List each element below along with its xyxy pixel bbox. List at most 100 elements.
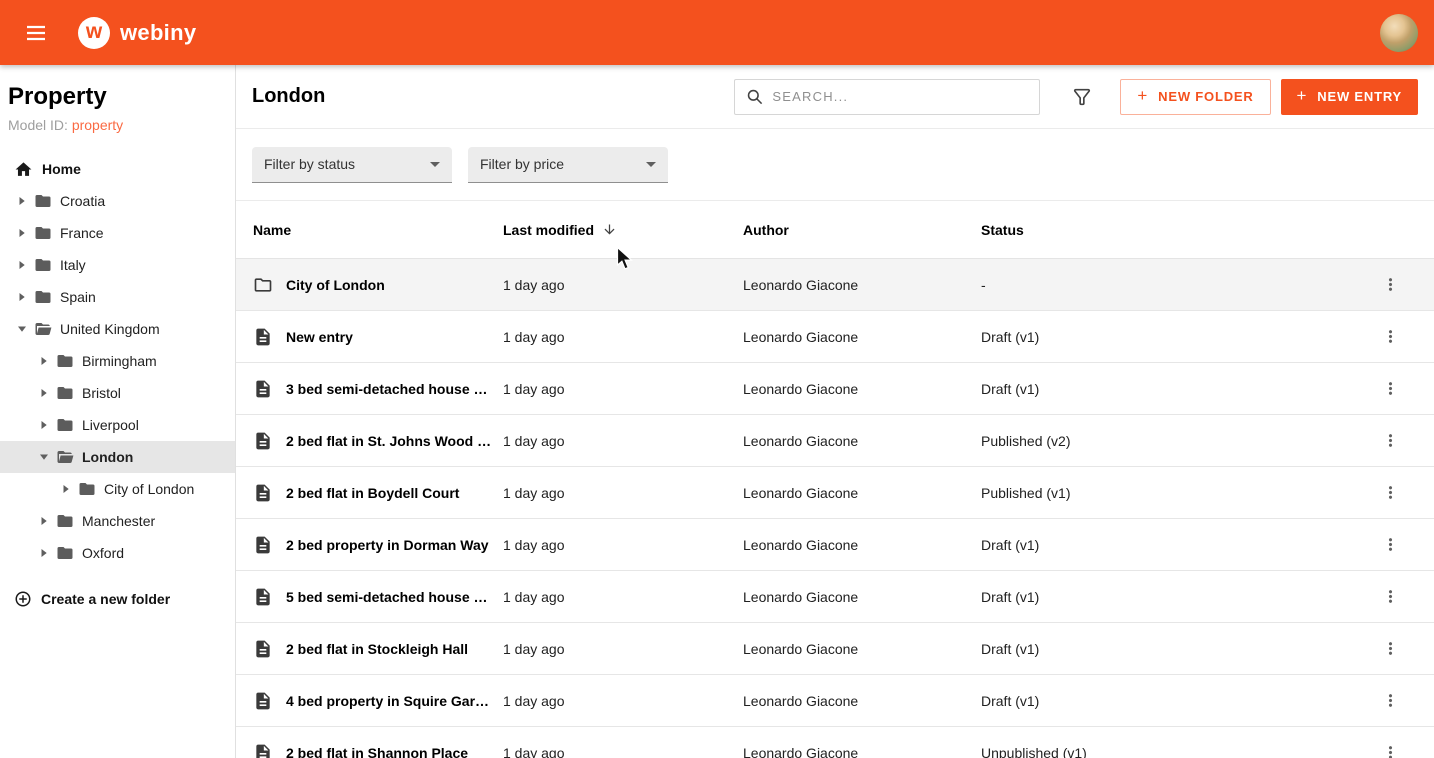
kebab-icon (1381, 691, 1400, 710)
chevron-right-icon[interactable] (36, 420, 52, 430)
avatar[interactable] (1380, 14, 1418, 52)
tree-item-london[interactable]: London (0, 441, 235, 473)
column-header-name[interactable]: Name (253, 222, 503, 238)
search-input[interactable] (772, 89, 1029, 104)
column-header-last-modified[interactable]: Last modified (503, 222, 743, 238)
row-actions-button[interactable] (1374, 737, 1406, 758)
tree-item-city-of-london[interactable]: City of London (0, 473, 235, 505)
row-name-cell[interactable]: 2 bed flat in Boydell Court (253, 483, 503, 503)
table-row[interactable]: 2 bed flat in Stockleigh Hall1 day agoLe… (236, 623, 1434, 675)
page-title: Property (0, 83, 235, 111)
row-name-cell[interactable]: 2 bed flat in Stockleigh Hall (253, 639, 503, 659)
kebab-icon (1381, 483, 1400, 502)
chevron-right-icon[interactable] (14, 292, 30, 302)
row-actions-button[interactable] (1374, 633, 1406, 665)
column-header-status[interactable]: Status (981, 222, 1362, 238)
chevron-right-icon[interactable] (36, 548, 52, 558)
tree-item-liverpool[interactable]: Liverpool (0, 409, 235, 441)
tree-item-label: Oxford (82, 545, 124, 561)
tree-item-france[interactable]: France (0, 217, 235, 249)
column-header-author[interactable]: Author (743, 222, 981, 238)
folder-icon (34, 288, 52, 306)
chevron-right-icon[interactable] (14, 196, 30, 206)
create-folder-button[interactable]: Create a new folder (0, 583, 235, 615)
row-name-cell[interactable]: 2 bed property in Dorman Way (253, 535, 503, 555)
row-actions-button[interactable] (1374, 269, 1406, 301)
chevron-right-icon[interactable] (14, 228, 30, 238)
row-actions-button[interactable] (1374, 685, 1406, 717)
row-name: 2 bed flat in St. Johns Wood … (286, 433, 491, 449)
tree-item-oxford[interactable]: Oxford (0, 537, 235, 569)
row-modified: 1 day ago (503, 537, 743, 553)
row-actions-cell (1362, 373, 1418, 405)
row-name-cell[interactable]: 4 bed property in Squire Gar… (253, 691, 503, 711)
row-name-cell[interactable]: 2 bed flat in St. Johns Wood … (253, 431, 503, 451)
row-actions-button[interactable] (1374, 581, 1406, 613)
chevron-down-icon[interactable] (36, 452, 52, 462)
row-name-cell[interactable]: City of London (253, 275, 503, 295)
row-actions-button[interactable] (1374, 425, 1406, 457)
tree-item-label: Liverpool (82, 417, 139, 433)
new-entry-button[interactable]: + NEW ENTRY (1281, 79, 1418, 115)
table-row[interactable]: 2 bed flat in Boydell Court1 day agoLeon… (236, 467, 1434, 519)
tree-item-birmingham[interactable]: Birmingham (0, 345, 235, 377)
document-icon (253, 379, 273, 399)
row-author: Leonardo Giacone (743, 693, 981, 709)
row-name: New entry (286, 329, 353, 345)
select-label: Filter by status (264, 156, 355, 172)
table-row[interactable]: 2 bed flat in Shannon Place1 day agoLeon… (236, 727, 1434, 758)
tree-item-spain[interactable]: Spain (0, 281, 235, 313)
table-row[interactable]: 2 bed property in Dorman Way1 day agoLeo… (236, 519, 1434, 571)
table-row[interactable]: New entry1 day agoLeonardo GiaconeDraft … (236, 311, 1434, 363)
row-actions-button[interactable] (1374, 477, 1406, 509)
row-status: Draft (v1) (981, 641, 1362, 657)
row-name-cell[interactable]: 3 bed semi-detached house … (253, 379, 503, 399)
document-icon (253, 535, 273, 555)
row-author: Leonardo Giacone (743, 277, 981, 293)
chevron-right-icon[interactable] (14, 260, 30, 270)
filter-select-filter-by-price[interactable]: Filter by price (468, 147, 668, 183)
row-name-cell[interactable]: 5 bed semi-detached house … (253, 587, 503, 607)
menu-button[interactable] (16, 13, 56, 53)
chevron-right-icon[interactable] (36, 516, 52, 526)
table-row[interactable]: City of London1 day agoLeonardo Giacone- (236, 259, 1434, 311)
tree-item-united-kingdom[interactable]: United Kingdom (0, 313, 235, 345)
folder-icon (56, 352, 74, 370)
new-folder-button[interactable]: + NEW FOLDER (1120, 79, 1270, 115)
row-name: 2 bed flat in Shannon Place (286, 745, 468, 758)
tree-item-italy[interactable]: Italy (0, 249, 235, 281)
tree-item-label: Manchester (82, 513, 155, 529)
filter-select-filter-by-status[interactable]: Filter by status (252, 147, 452, 183)
tree-item-croatia[interactable]: Croatia (0, 185, 235, 217)
chevron-down-icon[interactable] (14, 324, 30, 334)
row-modified: 1 day ago (503, 433, 743, 449)
sort-desc-icon[interactable] (602, 222, 617, 237)
row-name-cell[interactable]: New entry (253, 327, 503, 347)
hamburger-icon (24, 21, 48, 45)
document-icon (253, 483, 273, 503)
row-actions-button[interactable] (1374, 321, 1406, 353)
chevron-down-icon (430, 162, 440, 167)
table-row[interactable]: 3 bed semi-detached house …1 day agoLeon… (236, 363, 1434, 415)
table-row[interactable]: 5 bed semi-detached house …1 day agoLeon… (236, 571, 1434, 623)
row-actions-cell (1362, 321, 1418, 353)
main-content: London + NEW FOLDER + NEW ENTRY Filter b… (236, 65, 1434, 758)
tree-item-bristol[interactable]: Bristol (0, 377, 235, 409)
filter-button[interactable] (1062, 77, 1102, 117)
tree-item-home[interactable]: Home (0, 153, 235, 185)
chevron-right-icon[interactable] (36, 356, 52, 366)
row-author: Leonardo Giacone (743, 485, 981, 501)
row-name-cell[interactable]: 2 bed flat in Shannon Place (253, 743, 503, 758)
row-author: Leonardo Giacone (743, 745, 981, 758)
chevron-right-icon[interactable] (58, 484, 74, 494)
row-actions-button[interactable] (1374, 529, 1406, 561)
row-author: Leonardo Giacone (743, 589, 981, 605)
tree-item-manchester[interactable]: Manchester (0, 505, 235, 537)
chevron-right-icon[interactable] (36, 388, 52, 398)
model-id-value[interactable]: property (72, 117, 123, 133)
row-actions-cell (1362, 269, 1418, 301)
table-row[interactable]: 4 bed property in Squire Gar…1 day agoLe… (236, 675, 1434, 727)
row-actions-button[interactable] (1374, 373, 1406, 405)
tree-item-label: Croatia (60, 193, 105, 209)
table-row[interactable]: 2 bed flat in St. Johns Wood …1 day agoL… (236, 415, 1434, 467)
